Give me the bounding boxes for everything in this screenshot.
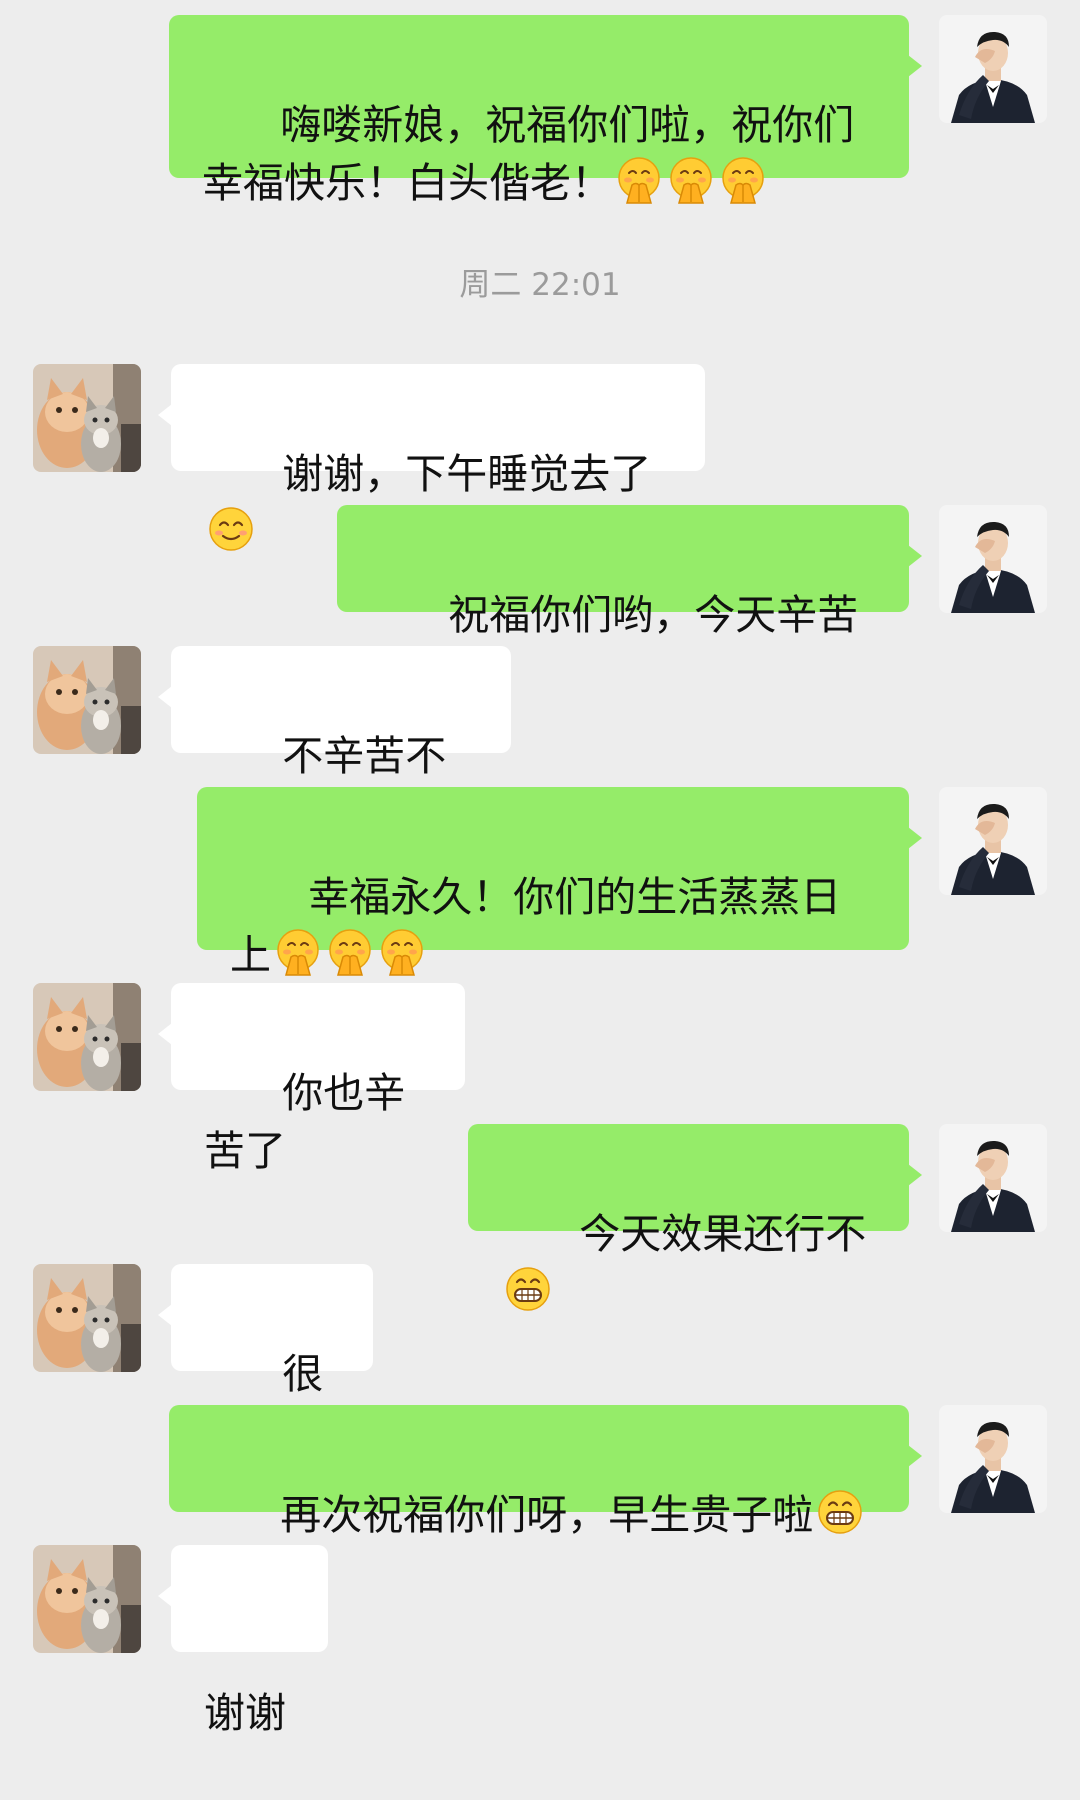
message-bubble[interactable]: 幸福永久！你们的生活蒸蒸日上 <box>197 787 922 979</box>
message-bubble[interactable]: 谢谢 <box>158 1545 328 1737</box>
blessing-emoji-icon <box>666 155 716 205</box>
message-bubble[interactable]: 谢谢，下午睡觉去了 <box>158 364 705 471</box>
my-avatar[interactable] <box>939 1124 1047 1232</box>
chat-timestamp: 周二 22:01 <box>459 267 621 303</box>
message-text: 谢谢 <box>204 1689 286 1737</box>
message-bubble[interactable]: 很好的 <box>158 1264 373 1456</box>
message-bubble[interactable]: 今天效果还行不 <box>468 1124 922 1231</box>
message-bubble[interactable]: 你也辛苦了 <box>158 983 465 1175</box>
my-avatar[interactable] <box>939 787 1047 895</box>
blessing-emoji-icon <box>614 155 664 205</box>
message-bubble[interactable]: 再次祝福你们呀，早生贵子啦 <box>169 1405 922 1539</box>
contact-avatar[interactable] <box>33 364 141 472</box>
contact-avatar[interactable] <box>33 1264 141 1372</box>
message-bubble[interactable]: 不辛苦不辛苦 <box>158 646 511 838</box>
blessing-emoji-icon <box>273 927 323 977</box>
message-bubble[interactable]: 嗨喽新娘，祝福你们啦，祝你们幸福快乐！白头偕老！ <box>169 15 922 207</box>
contact-avatar[interactable] <box>33 983 141 1091</box>
my-avatar[interactable] <box>939 15 1047 123</box>
message-text: 你也辛苦了 <box>204 1069 406 1175</box>
message-text: 再次祝福你们呀，早生贵子啦 <box>280 1491 814 1539</box>
message-text: 今天效果还行不 <box>579 1210 867 1258</box>
contact-avatar[interactable] <box>33 1545 141 1653</box>
message-bubble[interactable]: 祝福你们哟，今天辛苦啦 <box>337 505 922 697</box>
my-avatar[interactable] <box>939 505 1047 613</box>
smile-emoji-icon <box>206 504 256 554</box>
grin-emoji-icon <box>815 1487 865 1537</box>
contact-avatar[interactable] <box>33 646 141 754</box>
blessing-emoji-icon <box>325 927 375 977</box>
blessing-emoji-icon <box>718 155 768 205</box>
grin-emoji-icon <box>503 1264 553 1314</box>
message-text: 谢谢，下午睡觉去了 <box>282 450 652 498</box>
blessing-emoji-icon <box>377 927 427 977</box>
my-avatar[interactable] <box>939 1405 1047 1513</box>
